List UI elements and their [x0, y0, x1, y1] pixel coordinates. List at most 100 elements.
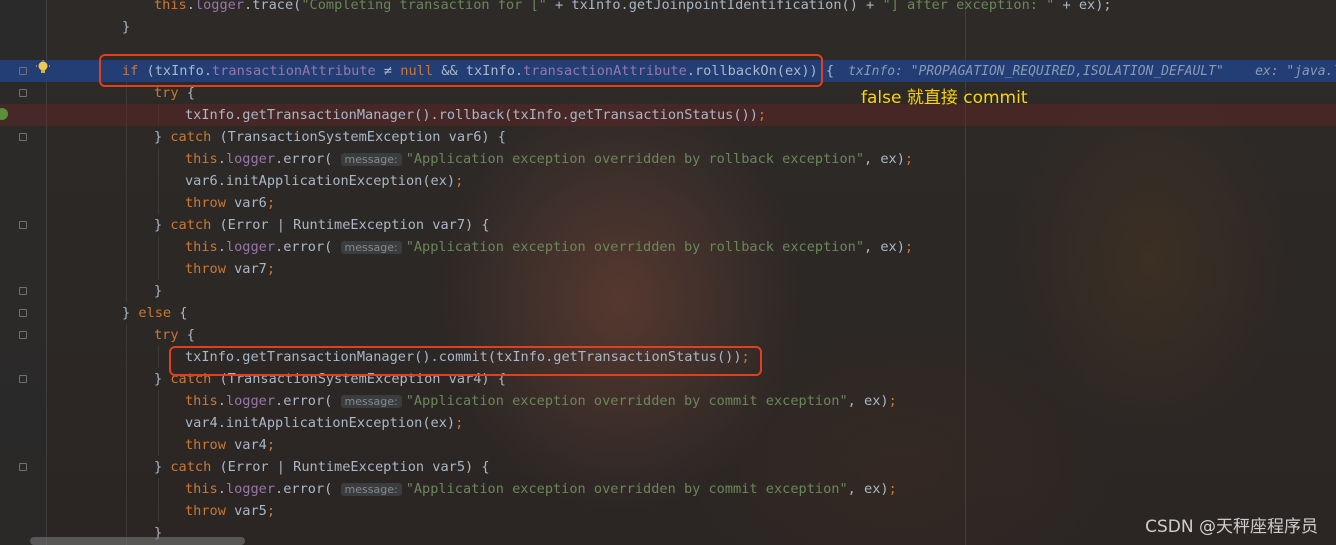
- highlight-box-commit-call: [169, 346, 762, 376]
- code-text: var4.initApplicationException(ex);: [185, 412, 463, 434]
- code-token: .: [217, 481, 226, 497]
- code-token: logger: [225, 151, 276, 167]
- code-token: , ex): [847, 393, 889, 409]
- code-token: this: [185, 481, 218, 497]
- code-token: {: [178, 327, 195, 343]
- code-token: + txInfo.getJoinpointIdentification() +: [546, 0, 883, 13]
- code-line[interactable]: } catch (Error | RuntimeException var7) …: [0, 214, 1336, 236]
- code-token: try: [154, 327, 179, 343]
- code-text: this.logger.error( message: "Application …: [185, 390, 897, 413]
- code-line[interactable]: this.logger.error( message: "Application …: [0, 390, 1336, 412]
- code-text: this.logger.trace("Completing transactio…: [154, 0, 1112, 16]
- code-line[interactable]: throw var7;: [0, 258, 1336, 280]
- code-line[interactable]: txInfo.getTransactionManager().rollback(…: [0, 104, 1336, 126]
- fold-marker-icon[interactable]: [19, 463, 27, 471]
- code-token: {: [171, 305, 188, 321]
- code-line[interactable]: }: [0, 16, 1336, 38]
- code-text: } catch (TransactionSystemException var6…: [154, 126, 506, 148]
- code-text: }: [122, 16, 130, 38]
- code-token: }: [154, 217, 171, 233]
- code-token: throw: [185, 195, 226, 211]
- annotation-note: false 就直接 commit: [861, 88, 1028, 108]
- fold-marker-icon[interactable]: [19, 375, 27, 383]
- code-token: logger: [194, 0, 245, 13]
- code-token: txInfo.getTransactionManager().rollback(…: [185, 107, 758, 123]
- code-token: .error(: [275, 151, 341, 167]
- code-token: ;: [266, 261, 276, 277]
- fold-marker-icon[interactable]: [19, 89, 27, 97]
- code-token: throw: [185, 437, 226, 453]
- code-token: .: [186, 0, 195, 13]
- code-token: catch: [170, 459, 212, 475]
- highlight-box-if-condition: [99, 54, 823, 87]
- code-line[interactable]: var4.initApplicationException(ex);: [0, 412, 1336, 434]
- code-line[interactable]: }: [0, 280, 1336, 302]
- code-token: var7: [225, 261, 267, 277]
- code-token: }: [122, 19, 131, 35]
- lightbulb-icon[interactable]: [36, 60, 50, 76]
- code-token: ;: [266, 503, 276, 519]
- code-token: ;: [888, 481, 897, 497]
- code-token: logger: [225, 239, 276, 255]
- code-token: this: [185, 239, 218, 255]
- watermark: CSDN @天秤座程序员: [1145, 517, 1318, 537]
- code-token: "Application exception overridden by rol…: [405, 239, 864, 255]
- parameter-hint: message:: [340, 483, 402, 496]
- parameter-hint: message:: [340, 241, 402, 254]
- code-token: ;: [904, 151, 914, 167]
- code-text: try {: [154, 324, 195, 346]
- fold-marker-icon[interactable]: [19, 331, 27, 339]
- code-token: "Completing transaction for [": [301, 0, 547, 13]
- code-token: ;: [266, 437, 276, 453]
- code-token: var6.initApplicationException(ex): [185, 173, 456, 189]
- code-line[interactable]: } else {: [0, 302, 1336, 324]
- code-line[interactable]: this.logger.trace("Completing transactio…: [0, 0, 1336, 16]
- code-token: ;: [455, 415, 464, 431]
- code-line[interactable]: this.logger.error( message: "Application …: [0, 236, 1336, 258]
- code-line[interactable]: throw var6;: [0, 192, 1336, 214]
- fold-marker-icon[interactable]: [19, 221, 27, 229]
- code-token: this: [185, 151, 218, 167]
- code-token: "] after exception: ": [882, 0, 1055, 13]
- code-token: try: [154, 85, 179, 101]
- parameter-hint: message:: [340, 153, 402, 166]
- code-token: , ex): [864, 239, 905, 255]
- code-text: var6.initApplicationException(ex);: [185, 170, 463, 192]
- code-line[interactable]: throw var4;: [0, 434, 1336, 456]
- code-token: .: [217, 393, 226, 409]
- code-token: throw: [185, 261, 226, 277]
- code-line[interactable]: this.logger.error( message: "Application …: [0, 148, 1336, 170]
- fold-marker-icon[interactable]: [19, 309, 27, 317]
- code-token: (Error | RuntimeException var7) {: [211, 217, 490, 233]
- horizontal-scrollbar[interactable]: [30, 537, 245, 545]
- code-line[interactable]: this.logger.error( message: "Application …: [0, 478, 1336, 500]
- code-token: throw: [185, 503, 226, 519]
- code-token: .error(: [275, 393, 341, 409]
- code-token: ;: [904, 239, 914, 255]
- fold-marker-icon[interactable]: [19, 67, 27, 75]
- code-token: .trace(: [244, 0, 302, 13]
- code-token: logger: [225, 393, 276, 409]
- code-token: .: [217, 239, 226, 255]
- code-token: catch: [170, 129, 212, 145]
- fold-marker-icon[interactable]: [19, 287, 27, 295]
- code-token: }: [154, 459, 171, 475]
- code-token: {: [178, 85, 195, 101]
- inline-debug-values: txInfo: "PROPAGATION_REQUIRED,ISOLATION_…: [848, 64, 1336, 79]
- code-token: "Application exception overridden by com…: [405, 481, 848, 497]
- code-token: this: [154, 0, 187, 13]
- code-token: }: [154, 371, 171, 387]
- code-line[interactable]: } catch (TransactionSystemException var6…: [0, 126, 1336, 148]
- code-token: (TransactionSystemException var6) {: [211, 129, 506, 145]
- code-token: , ex): [864, 151, 905, 167]
- code-text: throw var4;: [185, 434, 275, 456]
- code-text: this.logger.error( message: "Application …: [185, 236, 913, 259]
- code-text: }: [154, 280, 162, 302]
- code-text: } else {: [122, 302, 188, 324]
- code-line[interactable]: throw var5;: [0, 500, 1336, 522]
- code-line[interactable]: var6.initApplicationException(ex);: [0, 170, 1336, 192]
- fold-marker-icon[interactable]: [19, 133, 27, 141]
- code-token: catch: [170, 217, 212, 233]
- code-line[interactable]: try {: [0, 324, 1336, 346]
- code-line[interactable]: } catch (Error | RuntimeException var5) …: [0, 456, 1336, 478]
